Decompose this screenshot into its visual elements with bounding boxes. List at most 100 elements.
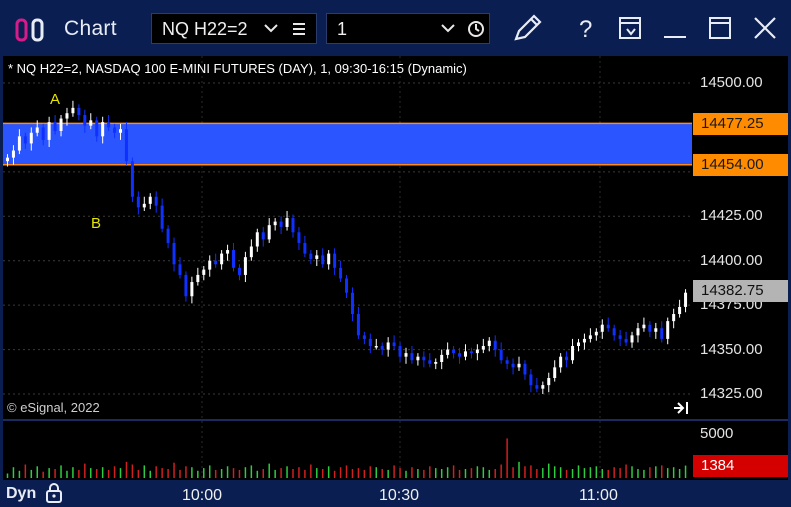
candle-body	[660, 328, 664, 339]
candle-body	[446, 349, 450, 355]
lock-icon[interactable]	[45, 482, 63, 504]
candle-body	[53, 122, 57, 131]
candle-body	[154, 196, 158, 206]
candle-body	[684, 292, 688, 307]
candle-body	[243, 257, 247, 275]
candle-body	[113, 127, 117, 133]
candle-body	[356, 314, 360, 336]
candle-body	[327, 253, 331, 265]
candle-body	[160, 205, 164, 229]
candle-body	[517, 363, 521, 368]
candle-body	[178, 264, 182, 275]
candle-body	[321, 255, 325, 265]
candle-body	[232, 250, 236, 268]
candle-body	[83, 114, 87, 126]
candle-body	[101, 122, 105, 137]
price-label: 14425.00	[700, 207, 763, 224]
candle-body	[654, 328, 658, 332]
chart-window: Chart NQ H22=2 1 ? AB * NQ H22=2, NASDAQ…	[0, 0, 791, 507]
candle-body	[440, 354, 444, 363]
candle-body	[648, 324, 652, 332]
candle-body	[547, 378, 551, 386]
zone-label-a: A	[50, 91, 60, 108]
candle-body	[6, 157, 9, 162]
candle-body	[600, 324, 604, 332]
candle-body	[23, 136, 27, 144]
candle-body	[148, 196, 152, 204]
candle-body	[226, 250, 230, 254]
chart-graphics: AB	[3, 56, 692, 480]
candle-body	[511, 363, 515, 368]
time-label: 11:00	[579, 487, 618, 504]
candle-body	[452, 349, 456, 354]
candle-body	[458, 353, 462, 357]
candle-body	[47, 122, 51, 140]
candle-body	[315, 255, 319, 259]
candle-body	[535, 385, 539, 389]
candle-body	[35, 127, 39, 133]
candle-body	[184, 274, 188, 297]
last-price-box: 14382.75	[693, 280, 788, 302]
candle-body	[166, 228, 170, 243]
candle-body	[71, 107, 75, 114]
dynamic-mode-label[interactable]: Dyn	[6, 485, 36, 503]
candle-body	[642, 324, 646, 329]
candle-body	[374, 346, 378, 348]
candle-body	[303, 242, 307, 254]
candle-body	[124, 129, 128, 162]
candle-body	[612, 328, 616, 336]
candle-body	[404, 353, 408, 357]
candle-body	[279, 221, 283, 227]
candle-body	[678, 306, 682, 315]
candle-body	[434, 362, 438, 364]
candle-body	[196, 274, 200, 283]
volume-max-label: 5000	[700, 425, 734, 442]
candle-body	[345, 278, 349, 293]
candle-body	[291, 218, 295, 233]
zone-bottom-price-box: 14454.00	[693, 154, 788, 176]
candle-body	[571, 346, 575, 361]
candle-body	[339, 267, 343, 279]
candle-body	[422, 356, 426, 361]
candle-body	[89, 120, 93, 126]
candle-body	[77, 107, 81, 115]
candle-body	[142, 203, 146, 208]
price-label: 14350.00	[700, 341, 763, 358]
candle-body	[380, 346, 384, 350]
price-label: 14325.00	[700, 385, 763, 402]
candle-body	[541, 385, 545, 389]
zone-label-b: B	[91, 215, 101, 232]
candle-body	[214, 260, 218, 265]
candle-body	[17, 136, 21, 151]
candle-body	[297, 232, 301, 243]
candle-body	[119, 129, 123, 133]
candle-body	[398, 346, 402, 357]
candle-body	[136, 196, 140, 208]
candle-body	[630, 335, 634, 343]
candle-body	[636, 328, 640, 336]
candle-body	[202, 269, 206, 275]
candle-body	[392, 342, 396, 347]
candle-body	[172, 242, 176, 265]
price-label: 14500.00	[700, 74, 763, 91]
candle-body	[273, 221, 277, 226]
candle-body	[208, 260, 212, 270]
candle-body	[261, 232, 265, 240]
candle-body	[95, 120, 99, 137]
candle-body	[588, 335, 592, 339]
price-zone	[3, 123, 692, 165]
candle-body	[249, 246, 253, 258]
candle-body	[606, 324, 610, 329]
candle-body	[220, 253, 224, 265]
candle-body	[624, 338, 628, 343]
candle-body	[618, 335, 622, 339]
candle-body	[130, 161, 134, 197]
candle-body	[368, 338, 372, 347]
candle-body	[285, 218, 289, 227]
candle-body	[565, 356, 569, 361]
candle-body	[237, 267, 241, 275]
scroll-to-end-icon[interactable]	[672, 401, 690, 415]
time-label: 10:30	[379, 487, 420, 504]
candle-body	[559, 356, 563, 368]
candle-body	[481, 346, 485, 350]
